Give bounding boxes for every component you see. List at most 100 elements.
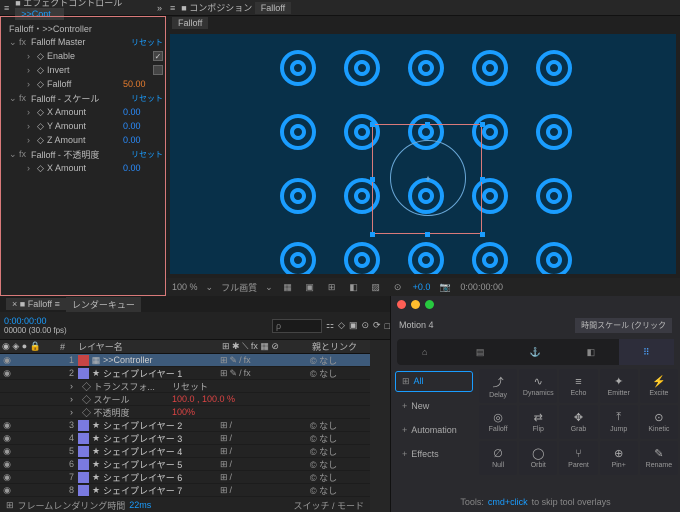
timecode-icon[interactable]: ⊙ (391, 282, 405, 293)
motion-tool-rename[interactable]: ✎Rename (640, 441, 678, 475)
shape-ring (280, 178, 316, 214)
motion-tool-grab[interactable]: ✥Grab (559, 405, 597, 439)
search-input[interactable] (272, 319, 322, 333)
effect-property[interactable]: ›◇Falloff50.00 (3, 77, 163, 91)
effect-property[interactable]: ›◇Z Amount0.00 (3, 133, 163, 147)
motion-nav[interactable]: ⌂ ▤ ⚓ ◧ ⠿ (397, 339, 674, 365)
channel-icon[interactable]: ◧ (347, 282, 361, 293)
preview-time: 0:00:00:00 (460, 282, 503, 292)
motion-title: Motion 4 (399, 320, 434, 330)
motion-tool-echo[interactable]: ≡Echo (559, 369, 597, 403)
snapshot-icon[interactable]: 📷 (438, 282, 452, 293)
layer-row[interactable]: ◉2★シェイプレイヤー 1⊞✎/fx© なし (0, 367, 370, 380)
shape-ring (280, 114, 316, 150)
resolution[interactable]: フル画質 (221, 281, 257, 294)
transform-handle[interactable] (480, 122, 485, 127)
panel-overflow-icon[interactable]: » (157, 3, 162, 13)
shape-ring (472, 242, 508, 274)
transform-handle[interactable] (480, 232, 485, 237)
motion-tool-excite[interactable]: ⚡Excite (640, 369, 678, 403)
transform-handle[interactable] (425, 232, 430, 237)
mask-icon[interactable]: ▣ (303, 282, 317, 293)
tl-icon[interactable]: ⚏ (326, 320, 334, 331)
transparency-icon[interactable]: ▨ (369, 282, 383, 293)
nav-tools-icon[interactable]: ⠿ (619, 339, 674, 365)
frame-info: 00000 (30.00 fps) (4, 326, 67, 335)
window-controls[interactable] (391, 296, 680, 313)
shape-ring (280, 50, 316, 86)
zoom-level[interactable]: 100 % (172, 282, 198, 292)
motion-category-auto[interactable]: +Automation (395, 420, 473, 440)
layer-row[interactable]: ◉6★シェイプレイヤー 5⊞/© なし (0, 458, 370, 471)
effect-group[interactable]: ⌄fxFalloff Masterリセット (3, 35, 163, 49)
layer-row[interactable]: ›◇ スケール100.0 , 100.0 % (0, 393, 370, 406)
render-queue-tab[interactable]: レンダーキュー (66, 297, 141, 312)
nav-edit-icon[interactable]: ▤ (452, 339, 507, 365)
anchor-point-icon[interactable]: ✦ (423, 174, 433, 184)
transform-handle[interactable] (480, 177, 485, 182)
transform-handle[interactable] (370, 177, 375, 182)
comp-title: ■ コンポジション Falloff (181, 1, 291, 14)
current-timecode[interactable]: 0:00:00:00 (4, 316, 67, 326)
effect-property[interactable]: ›◇X Amount0.00 (3, 161, 163, 175)
effect-group[interactable]: ⌄fxFalloff - スケールリセット (3, 91, 163, 105)
motion-tool-delay[interactable]: ⤴Delay (479, 369, 517, 403)
composition-viewer[interactable]: ✦ (170, 34, 676, 274)
grid-icon[interactable]: ▦ (281, 282, 295, 293)
effect-property[interactable]: ›◇Invert (3, 63, 163, 77)
layer-row[interactable]: ◉4★シェイプレイヤー 3⊞/© なし (0, 432, 370, 445)
motion-tool-falloff[interactable]: ◎Falloff (479, 405, 517, 439)
nav-home-icon[interactable]: ⌂ (397, 339, 452, 365)
layer-row[interactable]: ◉1▦>>Controller⊞✎/fx© なし (0, 354, 370, 367)
time-scale-button[interactable]: 時間スケール (クリック (575, 318, 672, 333)
motion-tool-jump[interactable]: ⤒Jump (600, 405, 638, 439)
motion-tool-null[interactable]: ∅Null (479, 441, 517, 475)
shape-ring (408, 242, 444, 274)
tl-icon[interactable]: ▣ (349, 320, 358, 331)
motion-category-fx[interactable]: +Effects (395, 444, 473, 464)
effect-property[interactable]: ›◇Enable✓ (3, 49, 163, 63)
layer-row[interactable]: ›◇ トランスフォ...リセット (0, 380, 370, 393)
layer-header: ◉ ◈ ● 🔒 # レイヤー名 ⊞ ✱ ⟍ fx ▦ ⊘ 親とリンク (0, 340, 370, 354)
motion-footer: Tools: cmd+click to skip tool overlays (391, 492, 680, 512)
tl-icon[interactable]: ⟳ (373, 320, 381, 331)
shape-ring (344, 50, 380, 86)
layer-row[interactable]: ◉7★シェイプレイヤー 6⊞/© なし (0, 471, 370, 484)
tl-icon[interactable]: ⊙ (361, 320, 369, 331)
render-time-label: フレームレンダリング時間 (18, 499, 126, 512)
motion-tool-kinetic[interactable]: ⊙Kinetic (640, 405, 678, 439)
transform-handle[interactable] (370, 232, 375, 237)
effect-property[interactable]: ›◇Y Amount0.00 (3, 119, 163, 133)
panel-menu-icon[interactable]: ≡ (170, 3, 175, 13)
motion-tool-orbit[interactable]: ◯Orbit (519, 441, 557, 475)
transform-handle[interactable] (370, 122, 375, 127)
tl-icon[interactable]: ◇ (338, 320, 345, 331)
motion-tool-flip[interactable]: ⇄Flip (519, 405, 557, 439)
nav-anchor-icon[interactable]: ⚓ (508, 339, 563, 365)
shape-ring (536, 114, 572, 150)
effect-property[interactable]: ›◇X Amount0.00 (3, 105, 163, 119)
layer-row[interactable]: ›◇ 不透明度100% (0, 406, 370, 419)
nav-color-icon[interactable]: ◧ (563, 339, 618, 365)
exposure[interactable]: +0.0 (413, 282, 431, 292)
comp-tab[interactable]: Falloff (172, 17, 208, 29)
motion-category-all[interactable]: ⊞All (395, 371, 473, 392)
layer-row[interactable]: ◉3★シェイプレイヤー 2⊞/© なし (0, 419, 370, 432)
shape-ring (472, 50, 508, 86)
motion-tool-parent[interactable]: ⑂Parent (559, 441, 597, 475)
motion-tool-emitter[interactable]: ✦Emitter (600, 369, 638, 403)
motion-category-new[interactable]: +New (395, 396, 473, 416)
layer-row[interactable]: ◉5★シェイプレイヤー 4⊞/© なし (0, 445, 370, 458)
effect-source: Falloff・>>Controller (3, 21, 163, 35)
motion-tool-dynamics[interactable]: ∿Dynamics (519, 369, 557, 403)
guides-icon[interactable]: ⊞ (325, 282, 339, 293)
shape-ring (280, 242, 316, 274)
transform-handle[interactable] (425, 122, 430, 127)
effect-group[interactable]: ⌄fxFalloff - 不透明度リセット (3, 147, 163, 161)
timeline-tab[interactable]: × ■ Falloff ≡ (6, 298, 66, 310)
switch-mode-toggle[interactable]: スイッチ / モード (293, 499, 364, 512)
toggle-switches-icon[interactable]: ⊞ (6, 500, 14, 511)
motion-tool-pin+[interactable]: ⊕Pin+ (600, 441, 638, 475)
layer-row[interactable]: ◉8★シェイプレイヤー 7⊞/© なし (0, 484, 370, 497)
panel-menu-icon[interactable]: ≡ (4, 3, 9, 13)
